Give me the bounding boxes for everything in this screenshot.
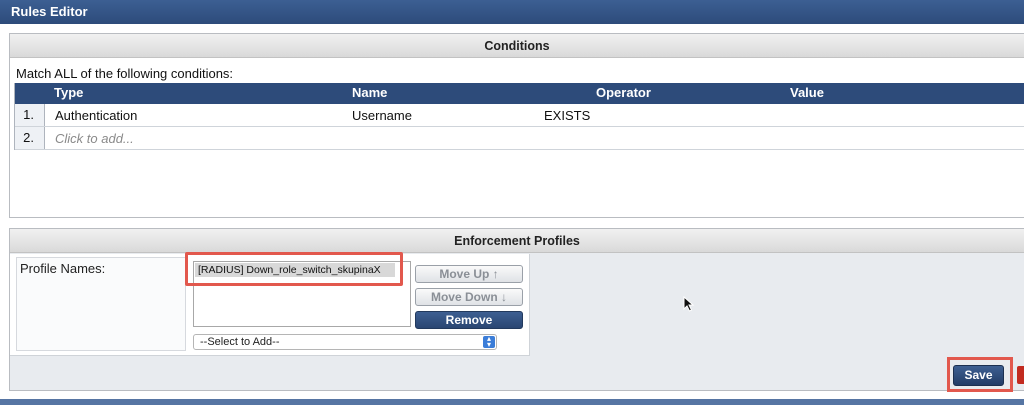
match-text: Match ALL of the following conditions: bbox=[16, 66, 234, 81]
column-value[interactable]: Value bbox=[790, 85, 824, 100]
add-row[interactable]: 2. Click to add... bbox=[15, 127, 1024, 150]
row-number: 1. bbox=[15, 104, 45, 126]
conditions-table: Type Name Operator Value 1. Authenticati… bbox=[14, 83, 1024, 150]
select-value: --Select to Add-- bbox=[200, 336, 280, 348]
select-to-add[interactable]: --Select to Add-- ▴ ▾ bbox=[193, 334, 497, 350]
cancel-button-edge[interactable] bbox=[1017, 366, 1024, 384]
highlight-box bbox=[185, 252, 403, 286]
select-arrows-icon[interactable]: ▴ ▾ bbox=[483, 335, 495, 349]
cell-operator[interactable]: EXISTS bbox=[544, 108, 590, 123]
column-type[interactable]: Type bbox=[54, 85, 83, 100]
move-up-button[interactable]: Move Up ↑ bbox=[415, 265, 523, 283]
table-row[interactable]: 1. Authentication Username EXISTS bbox=[15, 104, 1024, 127]
cell-name[interactable]: Username bbox=[352, 108, 412, 123]
enforcement-header: Enforcement Profiles bbox=[10, 229, 1024, 253]
window-title: Rules Editor bbox=[11, 4, 88, 19]
remove-button[interactable]: Remove bbox=[415, 311, 523, 329]
conditions-table-header: Type Name Operator Value bbox=[15, 83, 1024, 104]
enforcement-form: Profile Names: [RADIUS] Down_role_switch… bbox=[10, 252, 530, 356]
column-operator[interactable]: Operator bbox=[596, 85, 651, 100]
conditions-header: Conditions bbox=[10, 34, 1024, 58]
row-number: 2. bbox=[15, 127, 45, 149]
move-down-button[interactable]: Move Down ↓ bbox=[415, 288, 523, 306]
column-name[interactable]: Name bbox=[352, 85, 387, 100]
click-to-add[interactable]: Click to add... bbox=[55, 131, 134, 146]
profile-names-label: Profile Names: bbox=[20, 261, 106, 276]
bottom-bar bbox=[0, 399, 1024, 405]
cell-type[interactable]: Authentication bbox=[55, 108, 137, 123]
mouse-cursor-icon bbox=[683, 296, 695, 312]
enforcement-panel: Enforcement Profiles Profile Names: [RAD… bbox=[9, 228, 1024, 391]
conditions-panel: Conditions Match ALL of the following co… bbox=[9, 33, 1024, 218]
title-bar: Rules Editor bbox=[0, 0, 1024, 24]
save-button[interactable]: Save bbox=[953, 365, 1004, 386]
profile-names-label-cell: Profile Names: bbox=[16, 257, 186, 351]
